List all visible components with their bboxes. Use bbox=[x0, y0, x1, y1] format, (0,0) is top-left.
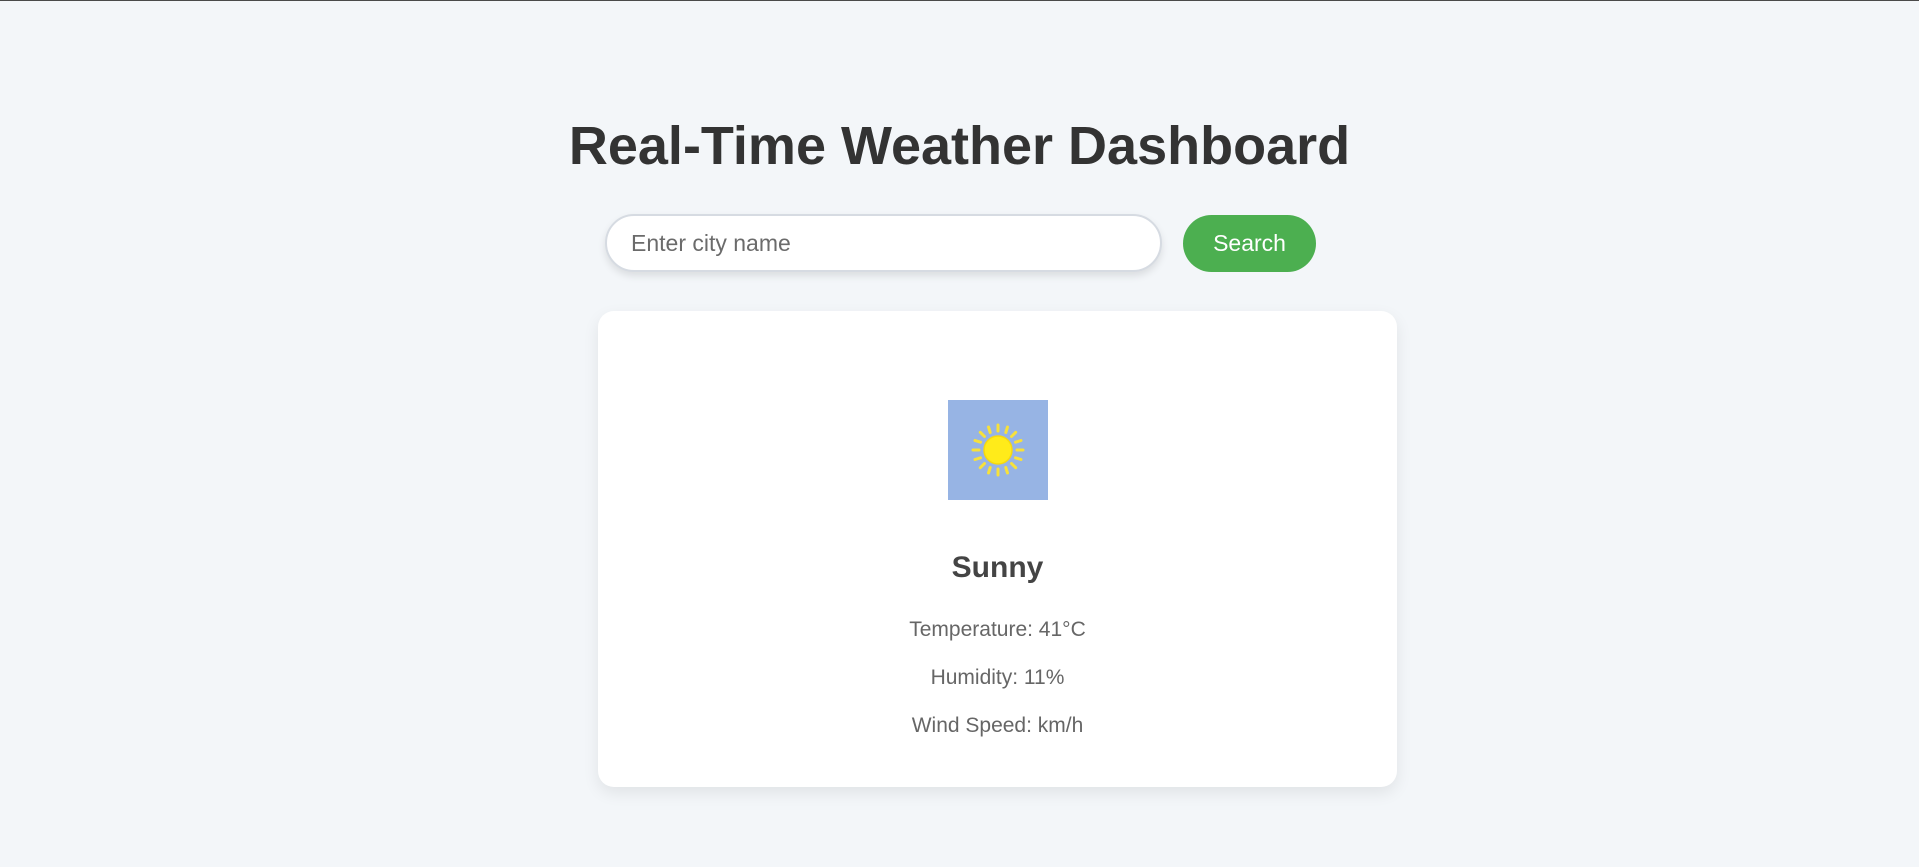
city-search-input[interactable] bbox=[605, 214, 1162, 272]
sun-icon-graphic bbox=[971, 423, 1025, 477]
wind-speed-text: Wind Speed: km/h bbox=[911, 714, 1084, 737]
humidity-text: Humidity: 11% bbox=[930, 666, 1065, 689]
weather-card: Sunny Temperature: 41°C Humidity: 11% Wi… bbox=[598, 311, 1397, 787]
sun-icon bbox=[948, 400, 1048, 500]
weather-condition: Sunny bbox=[951, 551, 1044, 584]
page-title: Real-Time Weather Dashboard bbox=[568, 116, 1351, 176]
temperature-text: Temperature: 41°C bbox=[909, 618, 1086, 641]
search-button[interactable]: Search bbox=[1183, 215, 1316, 272]
